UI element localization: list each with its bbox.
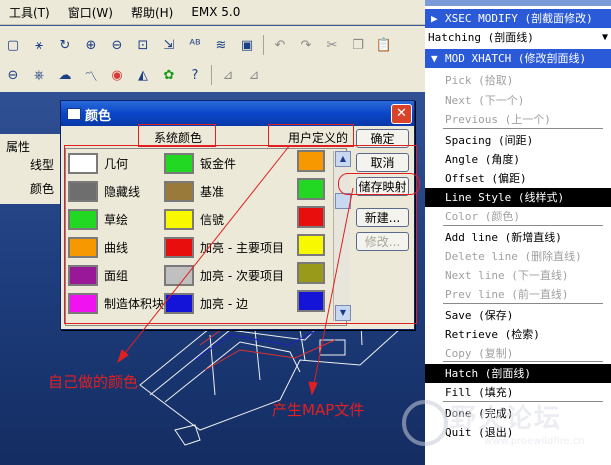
dropdown-caret-icon: ▼ <box>601 32 608 43</box>
menu-item[interactable]: Save (保存) <box>425 306 611 325</box>
menu-header-label: XSEC MODIFY (剖截面修改) <box>445 12 593 25</box>
menu-separator <box>443 303 603 304</box>
menu-separator <box>443 225 603 226</box>
menu-header-xsec-modify[interactable]: ▶ XSEC MODIFY (剖截面修改) <box>425 9 611 28</box>
menu-item[interactable]: Hatch (剖面线) <box>425 364 611 383</box>
menu-separator <box>443 128 603 129</box>
menu-item[interactable]: Retrieve (检索) <box>425 325 611 344</box>
menu-item[interactable]: Next (下一个) <box>425 91 611 110</box>
menu-item[interactable]: Prev line (前一直线) <box>425 285 611 304</box>
expand-icon: ▶ <box>431 12 438 25</box>
menu-item[interactable]: Offset (偏距) <box>425 169 611 188</box>
menu-header-label: MOD XHATCH (修改剖面线) <box>445 52 587 65</box>
menu-item[interactable]: Pick (拾取) <box>425 71 611 90</box>
annotation-map-file: 产生MAP文件 <box>272 401 365 419</box>
watermark-logo: 野火论坛 www.proewildfire.cn <box>398 396 608 458</box>
collapse-icon: ▼ <box>431 52 438 65</box>
menu-item[interactable]: Angle (角度) <box>425 150 611 169</box>
menu-separator <box>443 361 603 362</box>
menu-item[interactable]: Color (颜色) <box>425 207 611 226</box>
menu-manager-title-strip <box>425 0 611 6</box>
menu-item[interactable]: Previous (上一个) <box>425 110 611 129</box>
menu-item[interactable]: Spacing (间距) <box>425 131 611 150</box>
menu-item[interactable]: Next line (下一直线) <box>425 266 611 285</box>
hatching-select[interactable]: Hatching (剖面线) ▼ <box>425 29 611 47</box>
watermark-text: 野火论坛 <box>450 404 563 434</box>
watermark-circle-icon <box>402 400 448 446</box>
menu-header-mod-xhatch[interactable]: ▼ MOD XHATCH (修改剖面线) <box>425 49 611 68</box>
menu-item[interactable]: Delete line (删除直线) <box>425 247 611 266</box>
annotation-custom-color: 自己做的颜色 <box>48 373 139 391</box>
select-value: Hatching (剖面线) <box>428 31 534 44</box>
menu-item[interactable]: Add line (新增直线) <box>425 228 611 247</box>
watermark-url: www.proewildfire.cn <box>484 436 585 447</box>
menu-item[interactable]: Line Style (线样式) <box>425 188 611 207</box>
